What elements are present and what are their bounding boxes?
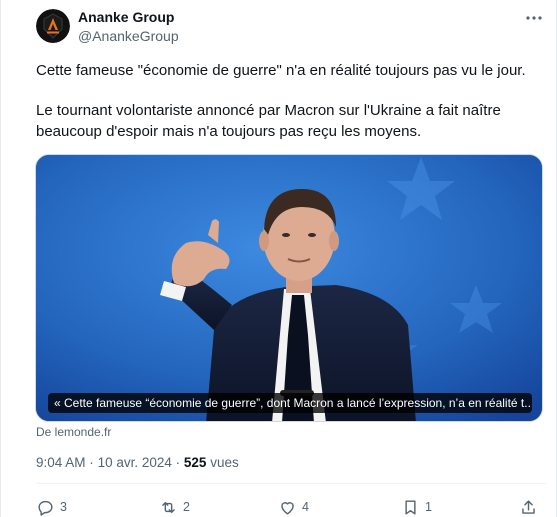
more-options-button[interactable] [519, 8, 549, 28]
bookmark-icon [405, 499, 416, 515]
reply-count: 3 [60, 500, 67, 514]
action-bar: 3 2 4 1 [36, 497, 546, 517]
tweet-time[interactable]: 9:04 AM [36, 455, 86, 470]
link-card-image[interactable]: « Cette fameuse “économie de guerre”, do… [35, 154, 543, 422]
divider [36, 483, 546, 484]
meta-separator: · [89, 455, 94, 470]
repost-count: 2 [183, 500, 190, 514]
bookmark-button[interactable]: 1 [401, 497, 432, 517]
tweet-date[interactable]: 10 avr. 2024 [98, 455, 172, 470]
ananke-logo-icon [36, 9, 70, 43]
tweet-paragraph: Le tournant volontariste annoncé par Mac… [36, 102, 501, 140]
tweet-card: Ananke Group @AnankeGroup Cette fameuse … [0, 0, 557, 517]
tweet-paragraph: Cette fameuse "économie de guerre" n'a e… [36, 62, 526, 79]
link-source[interactable]: De lemonde.fr [36, 425, 111, 439]
more-dots-icon [526, 16, 542, 20]
author-name[interactable]: Ananke Group [78, 9, 174, 25]
bookmark-count: 1 [425, 500, 432, 514]
views-label: vues [210, 455, 239, 470]
share-icon [522, 499, 535, 514]
like-button[interactable]: 4 [278, 497, 309, 517]
share-button[interactable] [519, 497, 538, 517]
macron-press-photo [36, 155, 542, 421]
like-count: 4 [302, 500, 309, 514]
reply-button[interactable]: 3 [36, 497, 67, 517]
avatar[interactable] [36, 9, 70, 43]
repost-icon [162, 501, 175, 513]
media-caption: « Cette fameuse “économie de guerre”, do… [48, 393, 532, 413]
views-count: 525 [183, 455, 207, 470]
tweet-text: Cette fameuse "économie de guerre" n'a e… [36, 60, 546, 142]
author-handle[interactable]: @AnankeGroup [78, 28, 179, 44]
reply-icon [38, 500, 53, 516]
tweet-meta: 9:04 AM · 10 avr. 2024 · 525 vues [36, 455, 239, 470]
repost-button[interactable]: 2 [159, 497, 190, 517]
meta-separator: · [175, 455, 181, 470]
heart-icon [281, 501, 294, 515]
